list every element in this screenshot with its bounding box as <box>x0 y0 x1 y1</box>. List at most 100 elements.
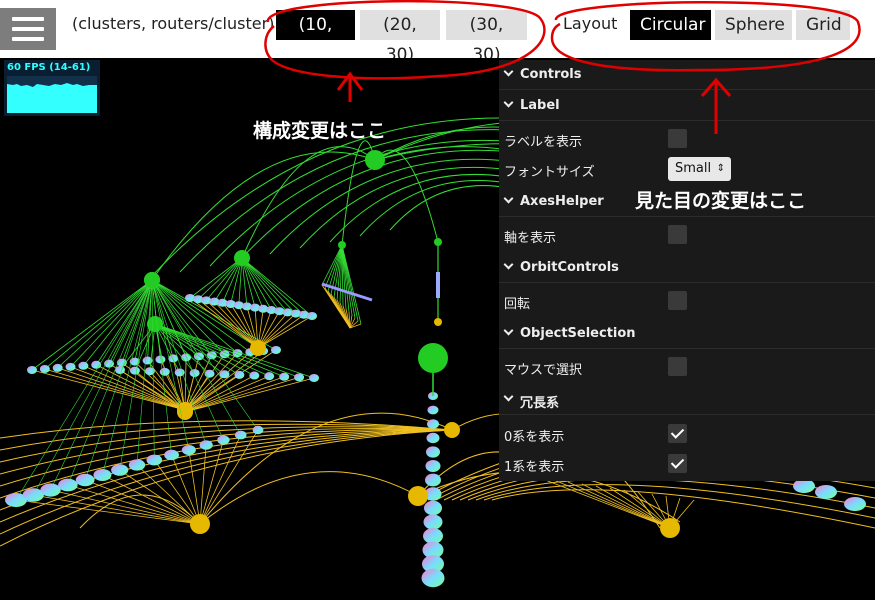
chevron-down-icon <box>503 66 514 77</box>
router-node <box>793 479 815 493</box>
cluster-hub-node <box>190 514 210 534</box>
link-line <box>119 279 153 471</box>
router-node <box>425 473 441 487</box>
router-node <box>271 346 281 354</box>
updown-arrow-icon: ⇕ <box>716 163 725 174</box>
label-folder[interactable]: Label <box>499 91 875 121</box>
router-node <box>234 430 247 440</box>
router-node <box>93 469 112 481</box>
router-node <box>423 514 443 530</box>
router-node <box>427 405 439 415</box>
top-toolbar: (clusters, routers/cluster) (10, 20) (20… <box>0 0 875 65</box>
router-node <box>40 483 61 497</box>
layout-option-circular[interactable]: Circular <box>630 10 711 40</box>
cluster-hub-node <box>418 343 448 373</box>
font-size-row: フォントサイズ Small ⇕ <box>499 154 875 184</box>
router-node <box>217 435 230 445</box>
router-node <box>204 369 215 378</box>
chevron-down-icon <box>503 391 514 402</box>
hamburger-menu-button[interactable] <box>0 8 56 50</box>
layout-option-sphere[interactable]: Sphere <box>715 10 792 40</box>
rotate-checkbox[interactable] <box>668 291 687 310</box>
show-system-1-row: 1系を表示 <box>499 449 875 479</box>
config-option-10-20[interactable]: (10, 20) <box>276 10 355 65</box>
font-size-select[interactable]: Small ⇕ <box>668 157 731 181</box>
router-node <box>421 568 445 588</box>
link-line <box>31 279 153 371</box>
link-line <box>95 279 153 365</box>
router-node <box>844 497 866 511</box>
orbit-controls-folder[interactable]: OrbitControls <box>499 253 875 283</box>
router-node <box>129 366 140 375</box>
link-line <box>257 314 305 349</box>
link-line <box>239 149 531 261</box>
object-selection-folder[interactable]: ObjectSelection <box>499 319 875 349</box>
link-line <box>83 279 153 367</box>
config-label: (clusters, routers/cluster) <box>72 14 275 33</box>
mouse-select-row: マウスで選択 <box>499 352 875 382</box>
chevron-down-icon <box>503 259 514 270</box>
redundancy-folder[interactable]: 冗長系 <box>499 385 875 415</box>
config-option-20-30[interactable]: (20, 30) <box>360 10 440 65</box>
layout-option-grid[interactable]: Grid <box>796 10 850 40</box>
router-node <box>249 371 260 380</box>
fps-graph <box>7 76 97 113</box>
mouse-select-checkbox[interactable] <box>668 357 687 376</box>
chevron-down-icon <box>503 97 514 108</box>
controls-folder[interactable]: Controls <box>499 60 875 90</box>
router-node <box>52 363 63 372</box>
router-node <box>234 370 245 379</box>
router-node <box>307 312 317 320</box>
router-node <box>181 445 196 455</box>
link-line <box>108 279 153 364</box>
chevron-down-icon <box>503 325 514 336</box>
show-system-1-checkbox[interactable] <box>668 454 687 473</box>
chevron-down-icon <box>503 193 514 204</box>
fps-stats-panel: 60 FPS (14-61) <box>4 60 100 116</box>
router-node <box>181 353 192 362</box>
router-node <box>294 373 305 382</box>
link-line <box>31 369 186 411</box>
router-node <box>159 367 170 376</box>
router-node <box>58 478 78 492</box>
router-node <box>199 440 213 450</box>
show-system-0-row: 0系を表示 <box>499 419 875 449</box>
link-line <box>188 449 201 525</box>
router-node <box>78 361 89 370</box>
show-label-checkbox[interactable] <box>668 129 687 148</box>
router-node <box>427 419 439 429</box>
controls-panel: Controls Label ラベルを表示 フォントサイズ Small ⇕ Ax… <box>499 60 875 481</box>
config-option-30-30[interactable]: (30, 30) <box>446 10 527 65</box>
link-line <box>136 464 201 525</box>
link-line <box>257 315 313 349</box>
appearance-change-annotation: 見た目の変更はここ <box>635 190 807 212</box>
router-node <box>426 432 440 444</box>
router-node <box>424 500 442 516</box>
router-node <box>39 364 50 373</box>
link-line <box>57 279 153 369</box>
config-change-annotation: 構成変更はここ <box>253 120 387 142</box>
router-node <box>65 362 76 371</box>
show-axes-checkbox[interactable] <box>668 225 687 244</box>
link-line <box>539 477 671 529</box>
show-axes-row: 軸を表示 <box>499 220 875 250</box>
router-node <box>111 464 129 476</box>
link-line <box>189 257 243 299</box>
link-line <box>241 146 376 259</box>
core-router-node <box>365 150 385 170</box>
router-node <box>309 374 319 382</box>
layout-label: Layout <box>563 14 618 33</box>
link-line <box>199 471 419 525</box>
cluster-hub-node <box>144 272 160 288</box>
cluster-hub-node <box>234 250 250 266</box>
link-line <box>119 469 201 525</box>
cluster-hub-node <box>434 318 442 326</box>
router-node <box>146 454 163 466</box>
router-node <box>423 528 443 544</box>
router-node <box>815 485 837 499</box>
rotate-row: 回転 <box>499 286 875 316</box>
router-node <box>426 446 440 458</box>
link-line <box>119 369 186 413</box>
show-system-0-checkbox[interactable] <box>668 424 687 443</box>
cluster-hub-node <box>434 238 442 246</box>
